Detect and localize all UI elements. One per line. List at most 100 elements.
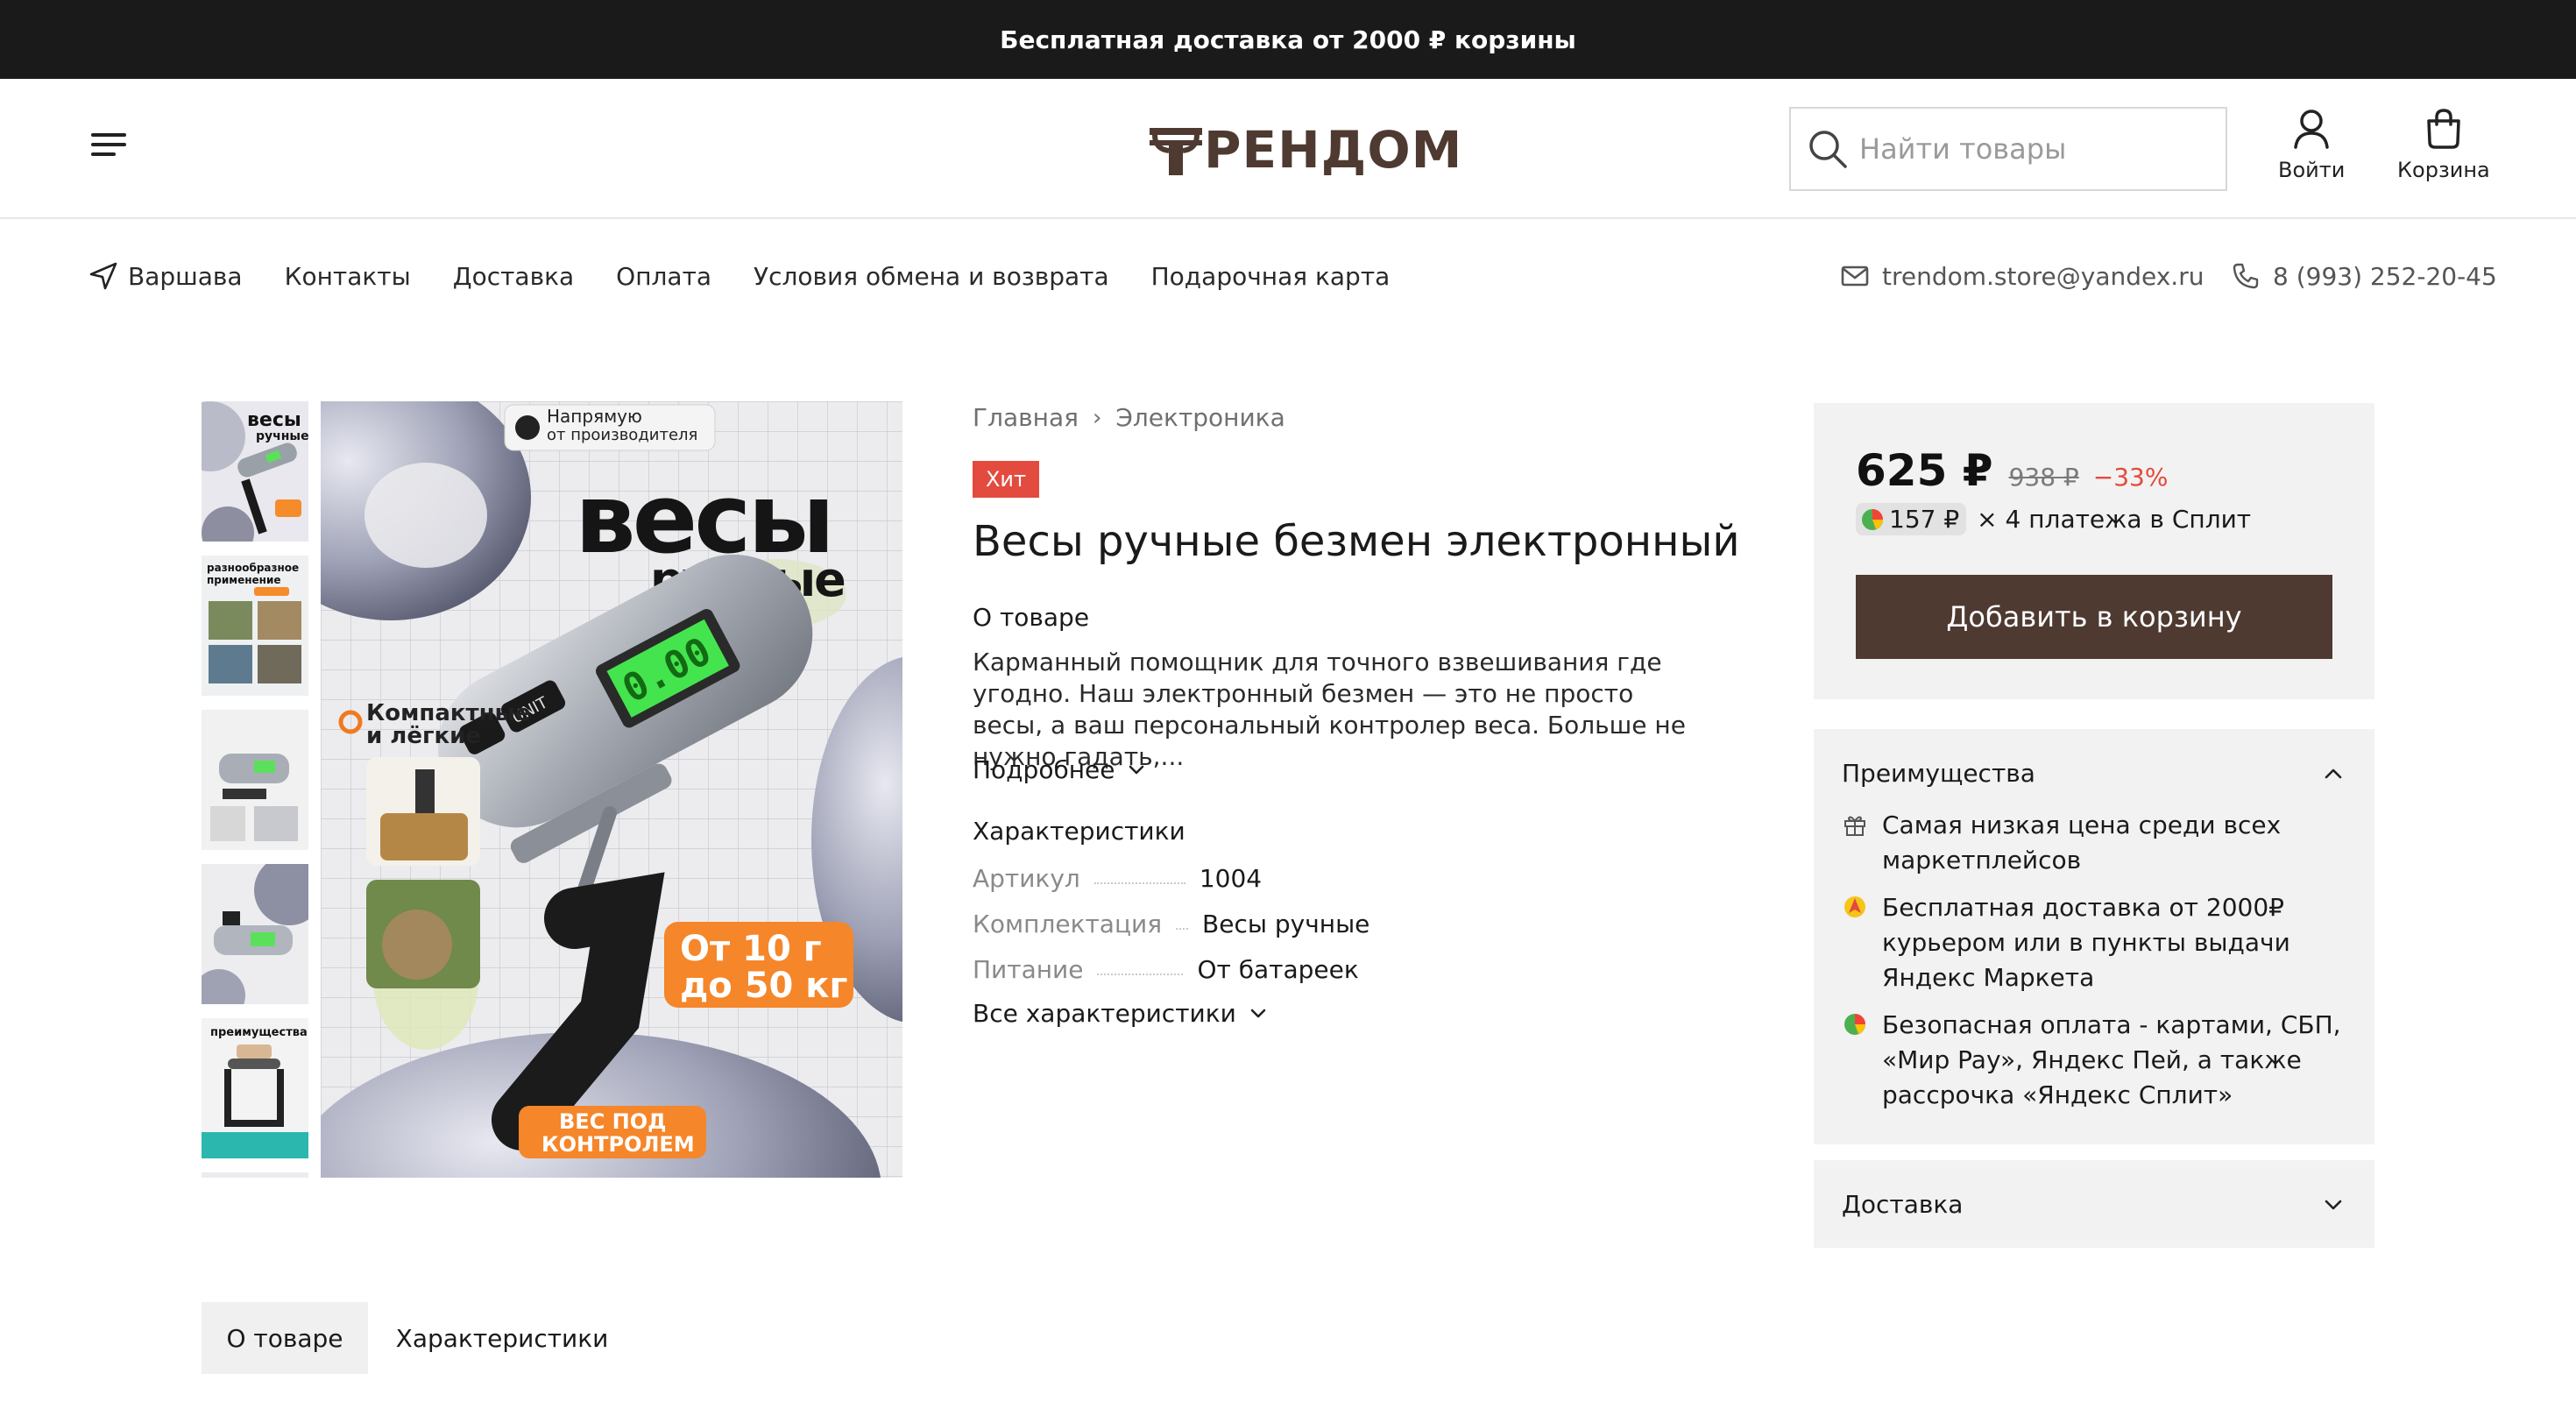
thumbnail-image [202,710,308,850]
product-description: Карманный помощник для точного взвешиван… [973,648,1686,771]
current-price: 625 ₽ [1856,445,1993,496]
split-icon [1844,1014,1865,1035]
chevron-up-icon [2325,768,2342,778]
email-text: trendom.store@yandex.ru [1882,261,2204,291]
svg-text:и лёгкие: и лёгкие [366,723,481,749]
thumbnail[interactable]: разнообразное применение [202,556,308,696]
specs-heading: Характеристики [973,817,1185,846]
thumbnail-image [202,1172,308,1178]
thumbnail-image [202,864,308,1004]
login-label: Войти [2278,158,2346,182]
site-logo[interactable]: РЕНДОМ [1146,119,1462,181]
advantage-item: Безопасная оплата - картами, СБП, «Мир P… [1842,1008,2350,1113]
bag-icon [2427,109,2460,149]
svg-text:до 50 кг: до 50 кг [680,966,847,1006]
cart-button[interactable]: Корзина [2397,107,2490,182]
product-title: Весы ручные безмен электронный [973,517,1740,566]
delivery-toggle[interactable]: Доставка [1842,1190,2346,1219]
email-link[interactable]: trendom.store@yandex.ru [1840,245,2204,307]
breadcrumb-category[interactable]: Электроника [1115,403,1284,432]
delivery-card: Доставка [1814,1160,2374,1248]
svg-text:преимущества: преимущества [210,1026,308,1039]
nav-link-contacts[interactable]: Контакты [285,262,411,291]
phone-text: 8 (993) 252-20-45 [2273,261,2497,291]
split-payment[interactable]: 157 ₽ × 4 платежа в Сплит [1856,503,2251,535]
nav-link-delivery[interactable]: Доставка [453,262,574,291]
breadcrumb: Главная › Электроника [973,403,1285,432]
login-button[interactable]: Войти [2278,107,2345,182]
phone-link[interactable]: 8 (993) 252-20-45 [2231,245,2497,307]
product-photo: Напрямую от производителя весы ручные 0.… [321,401,902,1178]
thumbnail-image: весы ручные [202,401,308,542]
old-price: 938 ₽ [2008,463,2079,492]
tab-about[interactable]: О товаре [202,1302,368,1374]
city-label: Варшава [128,261,243,291]
cart-label: Корзина [2397,158,2490,182]
city-selector[interactable]: Варшава [88,260,243,292]
svg-text:применение: применение [207,574,281,586]
mail-icon [1841,266,1869,287]
advantages-card: Преимущества Самая низкая цена среди все… [1814,729,2374,1144]
gift-icon [1844,816,1865,836]
thumbnail-image: разнообразное применение [202,556,308,696]
thumbnail[interactable] [202,864,308,1004]
spec-key: Комплектация [973,909,1163,938]
svg-text:ручные: ручные [256,429,308,443]
spec-leader [1176,917,1189,930]
add-to-cart-button[interactable]: Добавить в корзину [1856,575,2332,659]
spec-value: 1004 [1199,863,1263,893]
secondary-nav: Варшава Контакты Доставка Оплата Условия… [0,245,2576,307]
hit-badge: Хит [973,461,1039,498]
spec-row: Артикул 1004 [973,860,1262,896]
all-specs-button[interactable]: Все характеристики [973,999,1270,1028]
thumbnail[interactable] [202,710,308,850]
spec-key: Артикул [973,863,1080,893]
spec-value: От батареек [1197,954,1359,984]
breadcrumb-home[interactable]: Главная [973,403,1079,432]
site-header: РЕНДОМ Войти Корзина [0,79,2576,219]
search-box[interactable] [1789,107,2227,191]
advantage-text: Бесплатная доставка от 2000₽ курьером ил… [1882,893,2290,992]
svg-text:разнообразное: разнообразное [207,562,299,574]
svg-text:КОНТРОЛЕМ: КОНТРОЛЕМ [541,1132,695,1157]
logo-mark-icon [1150,128,1202,175]
chevron-down-icon [1129,765,1144,774]
location-arrow-icon [89,262,117,290]
nav-link-payment[interactable]: Оплата [616,262,711,291]
search-input[interactable] [1859,132,2210,166]
more-label: Подробнее [973,755,1115,784]
thumbnail[interactable]: весы ручные [202,401,308,542]
advantage-item: Бесплатная доставка от 2000₽ курьером ил… [1842,890,2350,995]
thumbnail-list[interactable]: весы ручные разнообразное применение пре… [202,401,308,1178]
more-button[interactable]: Подробнее [973,755,1148,784]
truck-badge-icon [1844,896,1865,917]
breadcrumb-separator: › [1092,404,1102,431]
split-amount: 157 ₽ [1889,505,1960,534]
advantage-text: Самая низкая цена среди всех маркетплейс… [1882,811,2282,874]
about-heading: О товаре [973,603,1090,632]
spec-key: Питание [973,954,1084,984]
all-specs-label: Все характеристики [973,999,1236,1028]
thumbnail-image: преимущества [202,1018,308,1158]
advantage-text: Безопасная оплата - картами, СБП, «Мир P… [1882,1010,2341,1109]
svg-text:весы: весы [247,409,301,431]
nav-link-returns[interactable]: Условия обмена и возврата [754,262,1109,291]
discount-percent: −33% [2092,463,2169,492]
user-icon [2294,110,2329,149]
logo-text: РЕНДОМ [1204,120,1463,180]
svg-text:Напрямую: Напрямую [547,406,642,427]
delivery-heading: Доставка [1842,1190,1964,1219]
tab-specs[interactable]: Характеристики [386,1302,619,1374]
chevron-down-icon [1250,1009,1266,1017]
price-card: 625 ₽ 938 ₽ −33% 157 ₽ × 4 платежа в Спл… [1814,403,2374,699]
nav-link-gift-card[interactable]: Подарочная карта [1151,262,1391,291]
chevron-down-icon [2325,1200,2342,1209]
spec-leader [1093,872,1185,884]
thumbnail[interactable]: преимущества [202,1018,308,1158]
search-icon [1809,131,1847,168]
thumbnail[interactable] [202,1172,308,1178]
menu-icon[interactable] [91,130,128,159]
main-product-image[interactable]: Напрямую от производителя весы ручные 0.… [321,401,902,1178]
advantages-toggle[interactable]: Преимущества [1842,759,2346,788]
phone-icon [2233,263,2259,289]
